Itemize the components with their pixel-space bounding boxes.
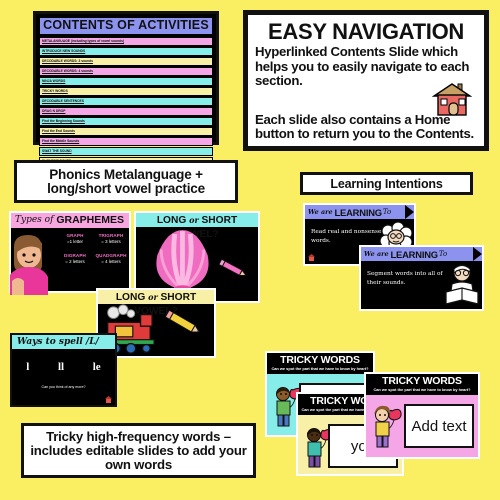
home-icon[interactable]	[105, 396, 112, 403]
contents-row[interactable]: Find the End Sounds	[39, 126, 213, 137]
tricky-words-title-1: TRICKY WORDS	[280, 354, 360, 366]
child-with-balloon-icon	[374, 405, 402, 448]
tricky-words-body-3: Add text	[366, 395, 478, 455]
poster-canvas: CONTENTS OF ACTIVITIES METALANGUAGE (inc…	[0, 0, 500, 500]
contents-row[interactable]: TRICKY WORDS	[39, 86, 213, 97]
li-learning-2: LEARNING	[390, 248, 439, 260]
li-to-2: To	[438, 250, 448, 258]
spell-letter-list: l ll le	[12, 349, 115, 385]
ways-to-spell-note: Can you think of any more?	[41, 385, 86, 389]
learning-intention-slide-2[interactable]: We are LEARNING To Segment words into al…	[359, 245, 484, 311]
house-icon	[432, 83, 472, 116]
grapheme-item: TRIGRAPH = 3 letters	[93, 233, 129, 244]
contents-row[interactable]: DRAG N DROP	[39, 106, 213, 117]
graphemes-title: Types of GRAPHEMES	[11, 213, 129, 228]
banner-phonics-metalanguage: Phonics Metalanguage + long/short vowel …	[14, 160, 238, 203]
ways-to-spell-title: Ways to spell /L/	[12, 335, 115, 349]
banner-arrow-icon-1	[405, 205, 414, 219]
contents-row[interactable]: DECODABLE SENTENCES	[39, 96, 213, 107]
tricky-words-title-3: TRICKY WORDS	[382, 375, 462, 387]
vowel-card-title-1: LONG or SHORT VOWEL?	[136, 213, 258, 240]
learning-intention-banner-1: We are LEARNING To	[305, 205, 414, 219]
contents-row[interactable]: Find the Beginning Sounds	[39, 116, 213, 127]
li-we-are-1: We are	[308, 208, 333, 216]
tricky-words-subtitle-1: Can we spot the part that we have to kno…	[271, 366, 369, 371]
grapheme-value: = 4 letters	[101, 259, 121, 264]
tricky-words-subtitle-3: Can we spot the part that we have to kno…	[373, 387, 471, 392]
li-we-are-2: We are	[364, 250, 389, 258]
grapheme-value: = 3 letters	[101, 239, 121, 244]
graphemes-title-script: Types of	[15, 215, 54, 225]
contents-title: CONTENTS OF ACTIVITIES	[39, 17, 213, 35]
spell-letter: ll	[57, 361, 65, 373]
contents-slide[interactable]: CONTENTS OF ACTIVITIES METALANGUAGE (inc…	[33, 11, 219, 187]
vowel-title-or-2: or	[148, 292, 158, 302]
contents-row[interactable]: SWAT THE SOUND	[39, 146, 213, 157]
pencil-icon	[218, 258, 247, 276]
vowel-title-long-2: LONG	[115, 292, 146, 303]
grapheme-definitions: GRAPH =1 letter TRIGRAPH = 3 letters DIGRAPH…	[57, 233, 129, 273]
banner-learning-intentions: Learning Intentions	[300, 172, 473, 195]
vowel-card-title-2: LONG or SHORT VOWEL?	[98, 290, 214, 317]
easy-navigation-paragraph-2: Each slide also contains a Home button t…	[255, 111, 474, 142]
contents-row[interactable]: METALANGUAGE (including types of vowel s…	[39, 37, 213, 47]
grapheme-item: DIGRAPH = 2 letters	[57, 253, 93, 264]
grapheme-value: =1 letter	[67, 239, 83, 244]
graphemes-title-main: GRAPHEMES	[56, 214, 124, 226]
learning-intention-text-2: Segment words into all of their sounds.	[367, 271, 443, 286]
ways-to-spell-slide[interactable]: Ways to spell /L/ l ll le Can you think of…	[10, 333, 117, 407]
contents-row[interactable]: NINJA WORDS	[39, 76, 213, 87]
tricky-words-header-1: TRICKY WORDS Can we spot the part that w…	[267, 353, 373, 374]
vowel-title-long: LONG	[156, 215, 187, 226]
contents-row[interactable]: Find the Middle Sounds	[39, 136, 213, 147]
li-learning-1: LEARNING	[334, 206, 383, 218]
learning-intention-banner-2: We are LEARNING To	[361, 247, 482, 261]
contents-row[interactable]: DECODABLE WORDS: 4 sounds	[39, 66, 213, 77]
tricky-words-slide-add-text[interactable]: TRICKY WORDS Can we spot the part that w…	[364, 372, 480, 459]
spell-letter: le	[92, 361, 101, 373]
home-icon[interactable]	[308, 254, 315, 261]
grapheme-item: GRAPH =1 letter	[57, 233, 93, 244]
tricky-words-header-3: TRICKY WORDS Can we spot the part that w…	[366, 374, 478, 395]
banner-arrow-icon-2	[473, 247, 482, 261]
contents-row[interactable]: INTRODUCE NEW SOUNDS	[39, 46, 213, 57]
vowel-title-or: or	[189, 215, 199, 225]
contents-row[interactable]: DECODABLE WORDS: 3 sounds	[39, 56, 213, 67]
grapheme-name: QUADGRAPH	[95, 253, 127, 258]
banner-tricky-words: Tricky high-frequency words – includes e…	[21, 423, 256, 478]
li-to-1: To	[382, 208, 392, 216]
pencil-icon-yellow	[164, 309, 200, 333]
tricky-word-value-3[interactable]: Add text	[404, 404, 474, 448]
ways-to-spell-body: l ll le Can you think of any more?	[12, 349, 115, 405]
grapheme-value: = 2 letters	[65, 259, 85, 264]
grapheme-name: TRIGRAPH	[98, 233, 124, 238]
grapheme-item: QUADGRAPH = 4 letters	[93, 253, 129, 264]
easy-navigation-title: EASY NAVIGATION	[268, 19, 464, 44]
grapheme-name: GRAPH	[66, 233, 84, 238]
easy-navigation-card: EASY NAVIGATION Hyperlinked Contents Sli…	[243, 10, 489, 151]
spell-letter: l	[26, 361, 30, 373]
reader-icon	[445, 264, 479, 305]
girl-illustration	[10, 235, 48, 295]
graphemes-slide[interactable]: Types of GRAPHEMES GRAPH =1 letter TRIGRAP…	[9, 211, 131, 295]
grapheme-name: DIGRAPH	[64, 253, 86, 258]
